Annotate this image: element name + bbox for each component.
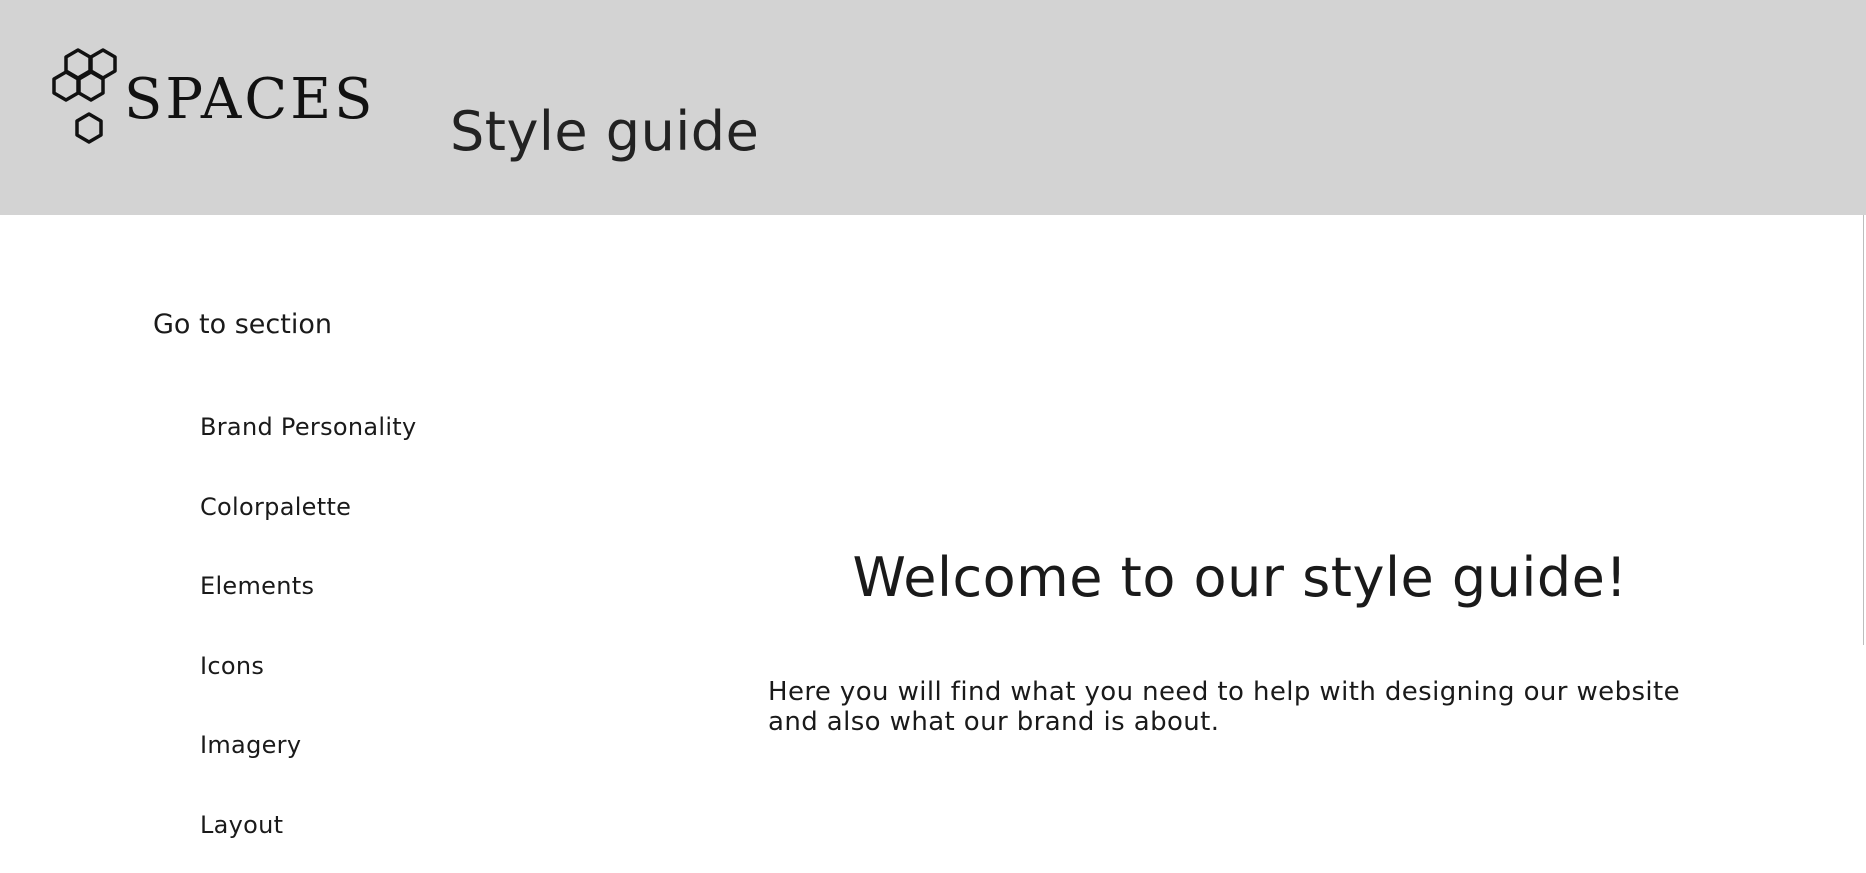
nav-link-elements[interactable]: Elements: [200, 572, 314, 600]
page-title: Style guide: [450, 100, 760, 163]
section-navigation: Go to section Brand Personality Colorpal…: [153, 308, 573, 839]
nav-link-imagery[interactable]: Imagery: [200, 731, 301, 759]
list-item: Imagery: [200, 728, 417, 808]
list-item: Icons: [200, 649, 417, 729]
nav-link-brand-personality[interactable]: Brand Personality: [200, 413, 417, 441]
spaces-logo[interactable]: SPACES: [50, 46, 372, 158]
nav-link-icons[interactable]: Icons: [200, 652, 264, 680]
style-guide-page: SPACES Style guide Go to section Brand P…: [0, 0, 1866, 873]
intro-paragraph: Here you will find what you need to help…: [768, 677, 1681, 738]
nav-link-colorpalette[interactable]: Colorpalette: [200, 493, 351, 521]
nav-link-layout[interactable]: Layout: [200, 811, 283, 839]
logo-wordmark: SPACES: [124, 67, 376, 132]
site-header: SPACES Style guide: [0, 0, 1866, 215]
list-item: Layout: [200, 808, 417, 873]
scrollbar-edge: [1863, 215, 1864, 645]
list-item: Elements: [200, 569, 417, 649]
list-item: Brand Personality: [200, 410, 417, 490]
main-content: Welcome to our style guide! Here you wil…: [768, 546, 1728, 738]
welcome-heading: Welcome to our style guide!: [852, 546, 1628, 609]
sidebar-heading: Go to section: [153, 309, 332, 340]
list-item: Colorpalette: [200, 490, 417, 570]
section-list: Brand Personality Colorpalette Elements …: [200, 410, 417, 873]
